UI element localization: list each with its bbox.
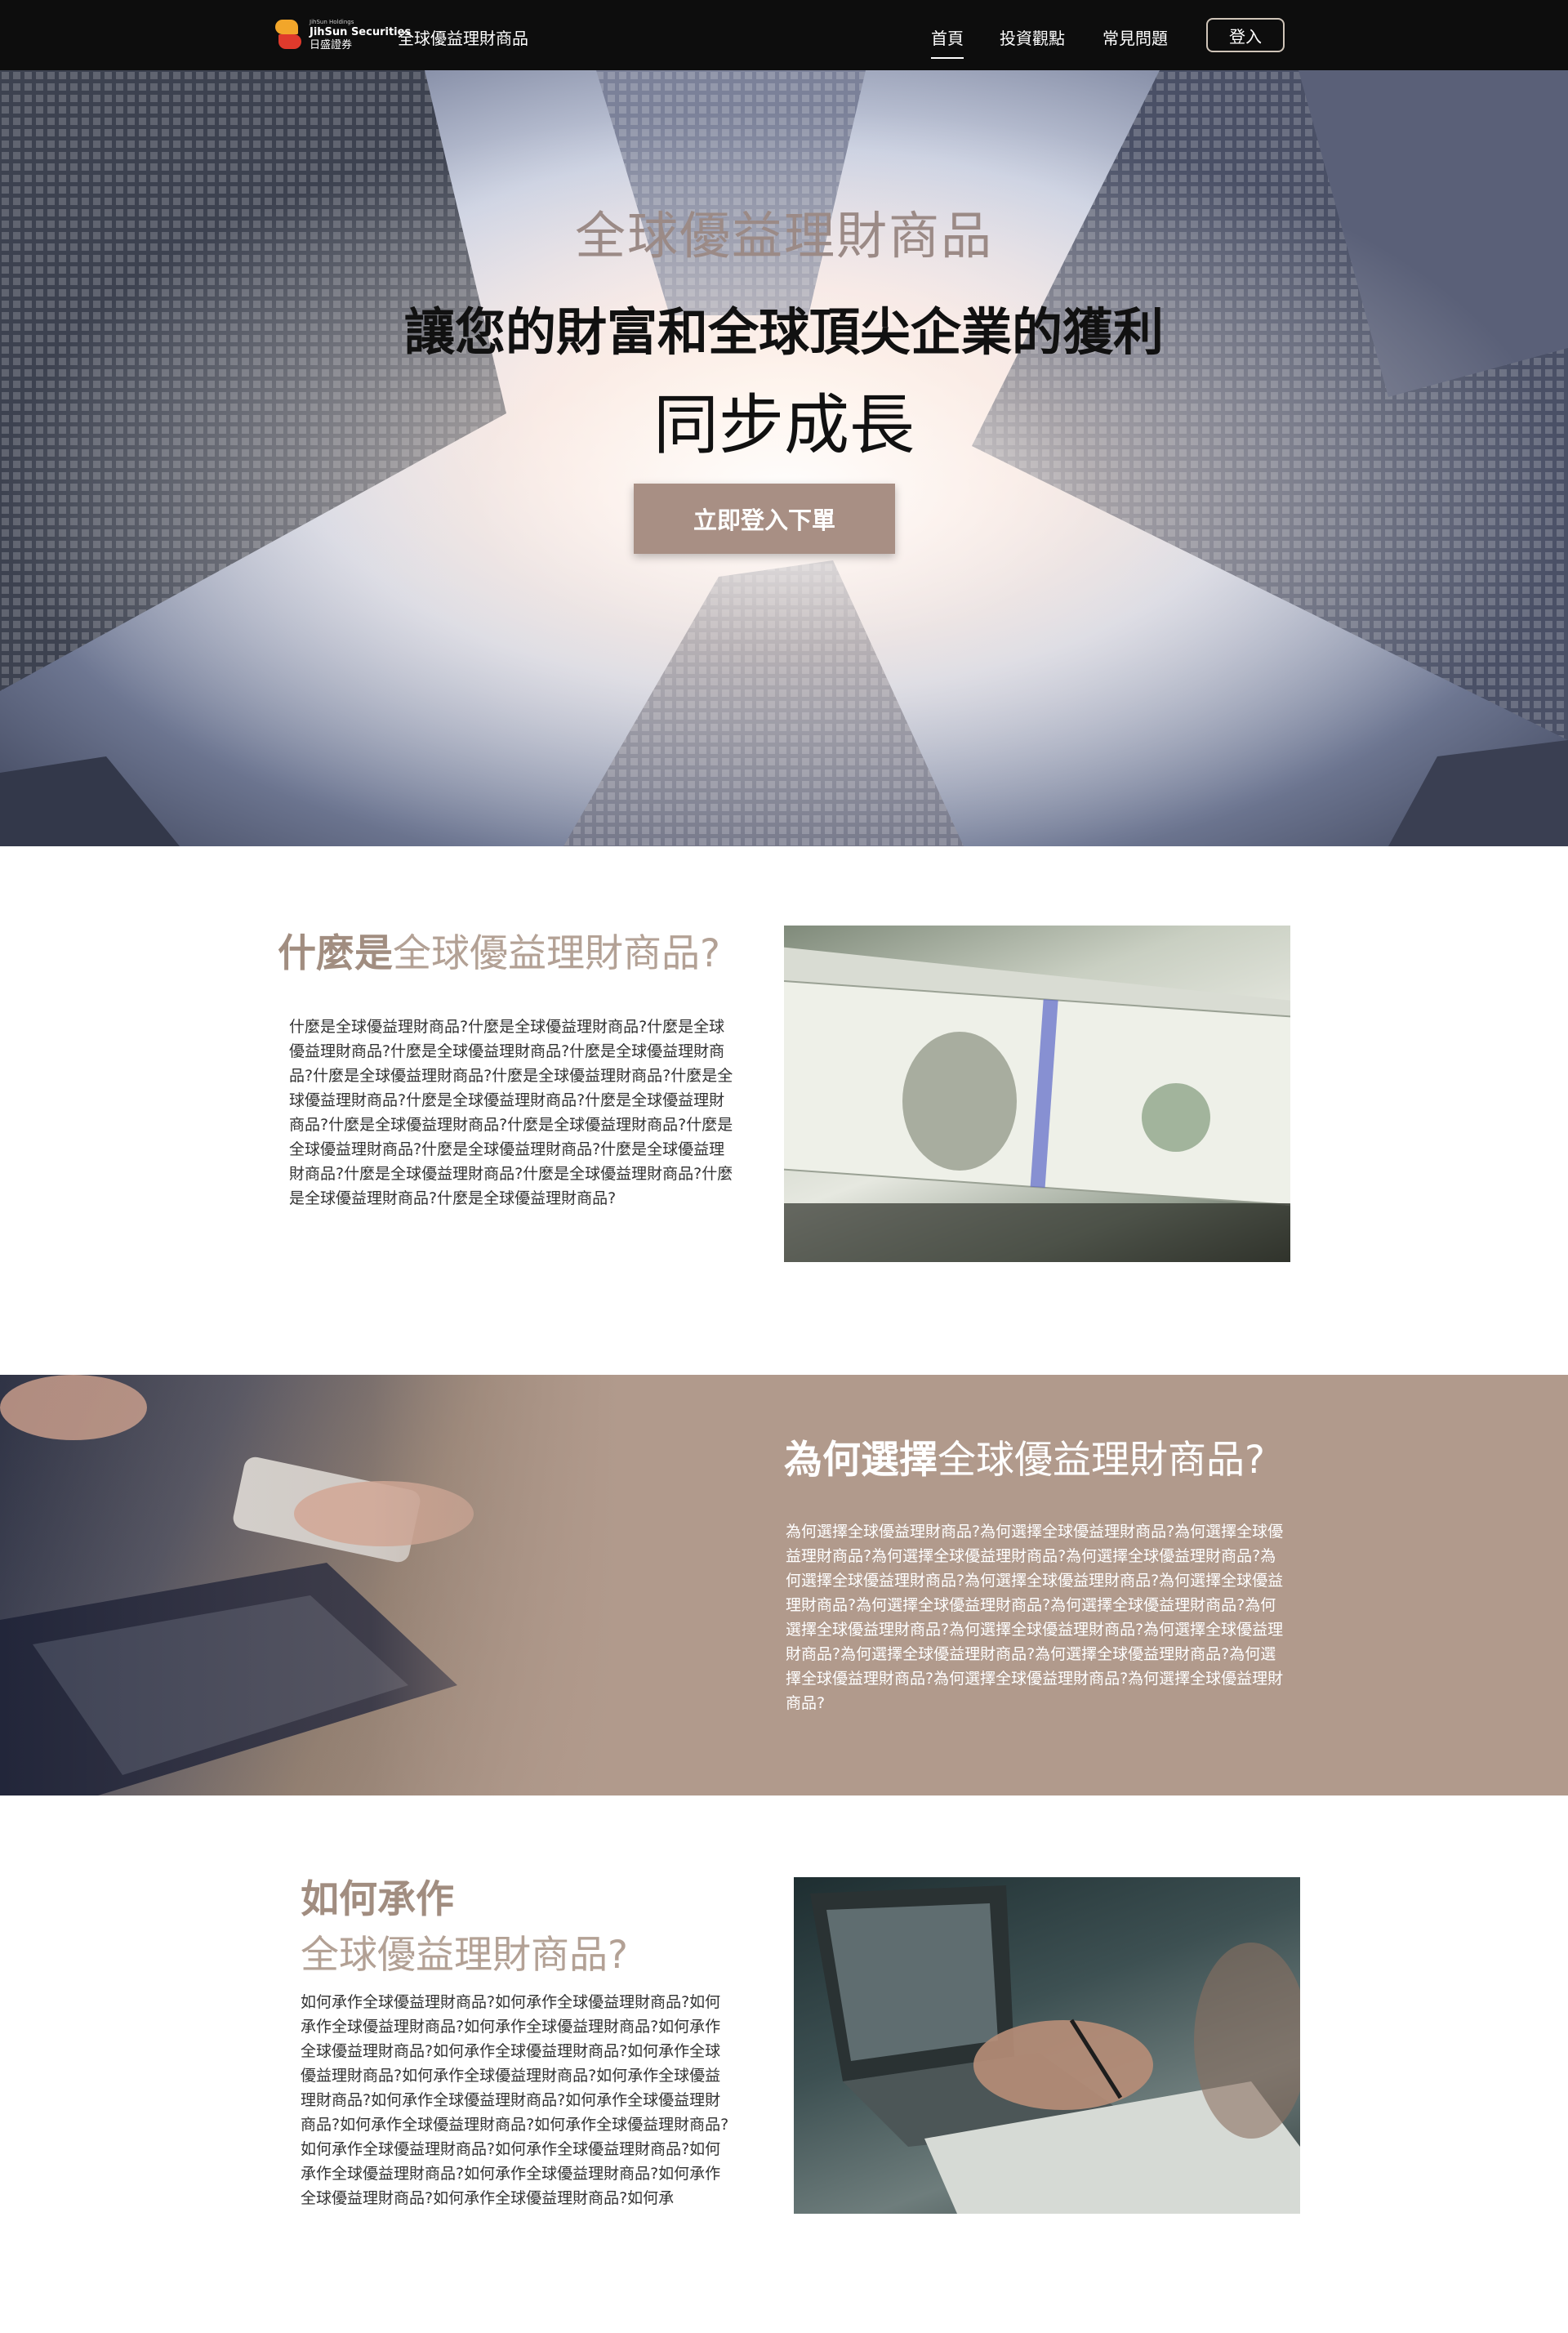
logo-english-name: JihSun Securities — [310, 26, 412, 38]
laptop-writing-image — [794, 1877, 1300, 2214]
site-name: 全球優益理財商品 — [398, 29, 528, 48]
how-section-title-rest: 全球優益理財商品? — [301, 1933, 628, 1978]
what-title-rest: 全球優益理財商品? — [393, 931, 720, 976]
why-section-body: 為何選擇全球優益理財商品?為何選擇全球優益理財商品?為何選擇全球優益理財商品?為… — [786, 1523, 1284, 1712]
nav-link-faq[interactable]: 常見問題 — [1102, 25, 1168, 49]
top-navbar: JihSun Holdings JihSun Securities 日盛證券 全… — [0, 0, 1568, 70]
what-section-body: 什麼是全球優益理財商品?什麼是全球優益理財商品?什麼是全球優益理財商品?什麼是全… — [289, 1018, 733, 1207]
logo-chinese-name: 日盛證券 — [310, 39, 353, 51]
how-section-title-bold: 如何承作 — [301, 1877, 454, 1922]
login-order-button[interactable]: 立即登入下單 — [634, 484, 895, 554]
hero-title-second-line: 同步成長 — [653, 387, 915, 463]
nav-link-insights[interactable]: 投資觀點 — [1000, 25, 1065, 49]
jihsun-logo[interactable]: JihSun Holdings JihSun Securities 日盛證券 — [274, 18, 411, 52]
phone-laptop-image — [0, 1375, 621, 1795]
nav-link-home[interactable]: 首頁 — [931, 25, 964, 59]
what-title-bold: 什麼是 — [278, 931, 393, 976]
phone-laptop-illustration — [0, 1375, 621, 1795]
what-section-title: 什麼是全球優益理財商品? — [278, 921, 720, 978]
hero-subtitle: 全球優益理財商品 — [574, 206, 993, 265]
hero-title: 讓您的財富和全球頂尖企業的獲利 — [403, 302, 1164, 362]
how-section-body: 如何承作全球優益理財商品?如何承作全球優益理財商品?如何承作全球優益理財商品?如… — [301, 1993, 729, 2207]
hero-banner: 全球優益理財商品 讓您的財富和全球頂尖企業的獲利 同步成長 立即登入下單 — [0, 70, 1568, 846]
desk-illustration — [810, 1885, 1300, 2214]
why-section-title: 為何選擇全球優益理財商品? — [784, 1428, 1265, 1484]
why-title-rest: 全球優益理財商品? — [938, 1438, 1265, 1483]
logo-holdings-text: JihSun Holdings — [310, 19, 354, 25]
logo-mark-icon — [274, 18, 303, 52]
dollar-bills-image — [784, 926, 1290, 1262]
why-title-bold: 為何選擇 — [784, 1438, 938, 1483]
banknote-illustration — [784, 947, 1290, 1262]
login-button[interactable]: 登入 — [1206, 18, 1285, 52]
